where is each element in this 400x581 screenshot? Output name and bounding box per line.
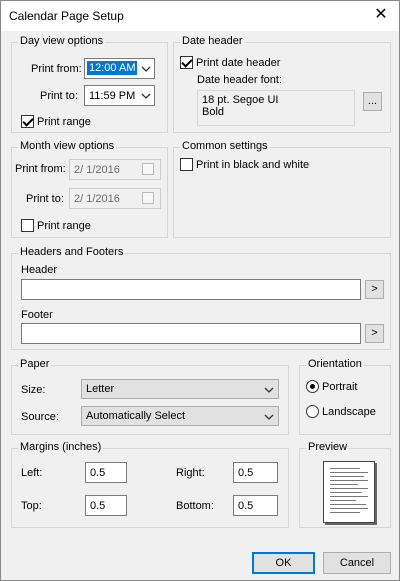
month-print-to-date[interactable]: 2/ 1/2016 <box>69 188 161 209</box>
page-preview-thumbnail <box>323 461 375 523</box>
margins-legend: Margins (inches) <box>18 441 104 453</box>
print-date-header-label: Print date header <box>196 57 281 69</box>
dialog-title: Calendar Page Setup <box>9 9 124 23</box>
orientation-group: Orientation <box>299 358 391 435</box>
footer-label: Footer <box>21 309 53 321</box>
day-print-to-label: Print to: <box>40 90 78 102</box>
day-print-from-combo[interactable]: 12:00 AM <box>84 58 155 79</box>
date-header-font-display: 18 pt. Segoe UI Bold <box>197 90 355 126</box>
chevron-down-icon <box>141 66 151 72</box>
month-view-options-legend: Month view options <box>18 140 117 152</box>
choose-font-button[interactable]: ... <box>363 92 382 111</box>
month-print-to-label: Print to: <box>26 193 64 205</box>
preview-legend: Preview <box>306 441 350 453</box>
headers-footers-legend: Headers and Footers <box>18 246 126 258</box>
header-input[interactable] <box>21 279 361 300</box>
ok-button[interactable]: OK <box>252 552 315 574</box>
margin-top-label: Top: <box>21 500 42 512</box>
paper-size-select[interactable]: Letter <box>81 379 279 399</box>
calendar-icon <box>142 192 154 204</box>
chevron-down-icon <box>264 414 274 420</box>
chevron-down-icon <box>141 93 151 99</box>
calendar-page-setup-dialog: Calendar Page Setup ✕ Day view options P… <box>0 0 400 581</box>
margin-bottom-label: Bottom: <box>176 500 214 512</box>
header-insert-button[interactable]: > <box>365 280 384 299</box>
paper-source-value: Automatically Select <box>86 410 186 422</box>
margin-left-label: Left: <box>21 467 43 479</box>
day-print-to-combo[interactable]: 11:59 PM <box>84 85 155 106</box>
month-print-range-label: Print range <box>37 220 91 232</box>
paper-legend: Paper <box>18 358 52 370</box>
margin-left-input[interactable]: 0.5 <box>85 462 127 483</box>
margin-bottom-input[interactable]: 0.5 <box>233 495 278 516</box>
font-style-text: Bold <box>202 106 225 118</box>
close-icon[interactable]: ✕ <box>371 5 391 25</box>
chevron-down-icon <box>264 387 274 393</box>
day-print-to-value: 11:59 PM <box>89 90 136 102</box>
day-print-range-label: Print range <box>37 116 91 128</box>
month-print-from-date[interactable]: 2/ 1/2016 <box>69 159 161 180</box>
landscape-label: Landscape <box>322 406 376 418</box>
month-print-to-value: 2/ 1/2016 <box>74 193 120 205</box>
day-print-from-value: 12:00 AM <box>87 61 138 75</box>
common-settings-legend: Common settings <box>180 140 270 152</box>
day-view-options-legend: Day view options <box>18 35 106 47</box>
portrait-label: Portrait <box>322 381 358 393</box>
month-print-from-label: Print from: <box>15 163 66 175</box>
date-header-font-label: Date header font: <box>197 74 283 86</box>
header-label: Header <box>21 264 58 276</box>
print-date-header-checkbox[interactable] <box>180 56 193 69</box>
day-print-range-checkbox[interactable] <box>21 115 34 128</box>
paper-size-value: Letter <box>86 383 115 395</box>
title-bar: Calendar Page Setup ✕ <box>1 1 399 31</box>
paper-source-label: Source: <box>21 411 59 423</box>
portrait-radio[interactable] <box>306 380 319 393</box>
orientation-legend: Orientation <box>306 358 364 370</box>
footer-input[interactable] <box>21 323 361 344</box>
black-white-checkbox[interactable] <box>180 158 193 171</box>
cancel-button[interactable]: Cancel <box>323 552 391 574</box>
margin-right-label: Right: <box>176 467 205 479</box>
day-print-from-label: Print from: <box>31 63 82 75</box>
black-white-label: Print in black and white <box>196 159 310 171</box>
margin-right-input[interactable]: 0.5 <box>233 462 278 483</box>
paper-source-select[interactable]: Automatically Select <box>81 406 279 426</box>
margins-group: Margins (inches) <box>11 441 289 528</box>
paper-size-label: Size: <box>21 384 46 396</box>
month-print-from-value: 2/ 1/2016 <box>74 164 120 176</box>
footer-insert-button[interactable]: > <box>365 324 384 343</box>
calendar-icon <box>142 163 154 175</box>
month-print-range-checkbox[interactable] <box>21 219 34 232</box>
date-header-legend: Date header <box>180 35 245 47</box>
margin-top-input[interactable]: 0.5 <box>85 495 127 516</box>
landscape-radio[interactable] <box>306 405 319 418</box>
font-name-text: 18 pt. Segoe UI <box>202 94 279 106</box>
